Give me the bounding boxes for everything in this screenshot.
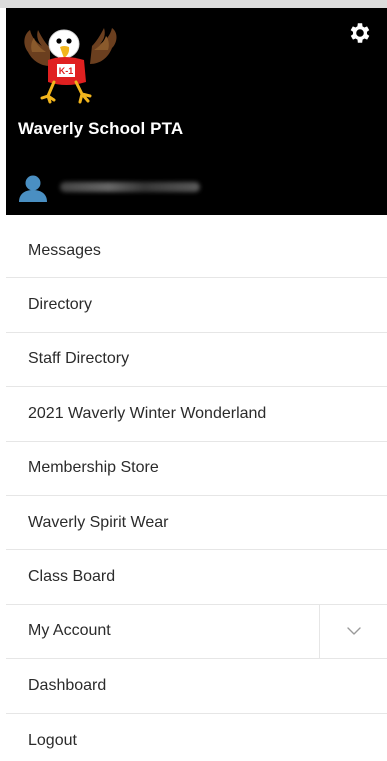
menu-item-winter-wonderland[interactable]: 2021 Waverly Winter Wonderland	[6, 387, 387, 442]
user-name-redacted	[60, 182, 200, 192]
menu-item-dashboard[interactable]: Dashboard	[6, 659, 387, 714]
menu-item-membership-store[interactable]: Membership Store	[6, 442, 387, 496]
menu-item-logout[interactable]: Logout	[6, 714, 387, 761]
menu-item-label: My Account	[28, 622, 111, 640]
menu-item-my-account[interactable]: My Account	[6, 604, 387, 660]
menu-item-label: Directory	[28, 296, 93, 314]
drawer-header: K-1 Waverly School PTA	[6, 8, 387, 215]
menu-item-label: 2021 Waverly Winter Wonderland	[28, 404, 267, 422]
logo-shirt-text: K-1	[59, 66, 74, 76]
my-account-expand-button[interactable]	[319, 604, 387, 659]
menu-item-label: Staff Directory	[28, 350, 130, 368]
menu-item-class-board[interactable]: Class Board	[6, 550, 387, 605]
menu-item-spirit-wear[interactable]: Waverly Spirit Wear	[6, 496, 387, 551]
navigation-menu: Messages Directory Staff Directory 2021 …	[6, 224, 387, 761]
menu-item-label: Dashboard	[28, 676, 107, 694]
menu-item-label: Waverly Spirit Wear	[28, 513, 169, 531]
menu-item-label: Messages	[28, 241, 101, 259]
menu-item-directory[interactable]: Directory	[6, 278, 387, 333]
eagle-mascot-logo: K-1	[24, 28, 117, 104]
menu-item-staff-directory[interactable]: Staff Directory	[6, 333, 387, 388]
chevron-down-icon	[346, 627, 361, 636]
user-profile-row[interactable]	[18, 172, 278, 202]
status-strip	[0, 0, 387, 8]
gear-icon[interactable]	[347, 20, 373, 46]
menu-item-label: Class Board	[28, 568, 116, 586]
menu-item-label: Logout	[28, 731, 77, 749]
app-screen: K-1 Waverly School PTA Messages Director…	[0, 0, 387, 761]
user-icon	[19, 175, 47, 202]
menu-item-messages[interactable]: Messages	[6, 224, 387, 279]
org-name: Waverly School PTA	[18, 119, 184, 138]
menu-item-label: Membership Store	[28, 459, 159, 477]
